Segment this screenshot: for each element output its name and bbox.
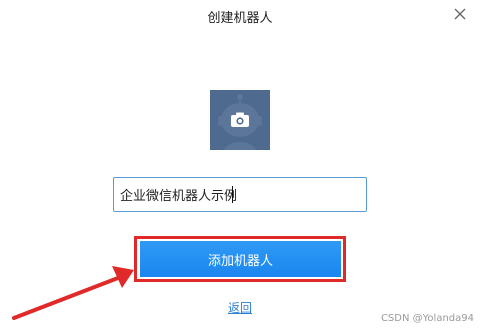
arrow-annotation xyxy=(12,266,134,320)
watermark: CSDN @Yolanda94 xyxy=(380,313,474,324)
create-robot-dialog: 创建机器人 添加机器人 返回 CSDN @Y xyxy=(0,0,480,330)
